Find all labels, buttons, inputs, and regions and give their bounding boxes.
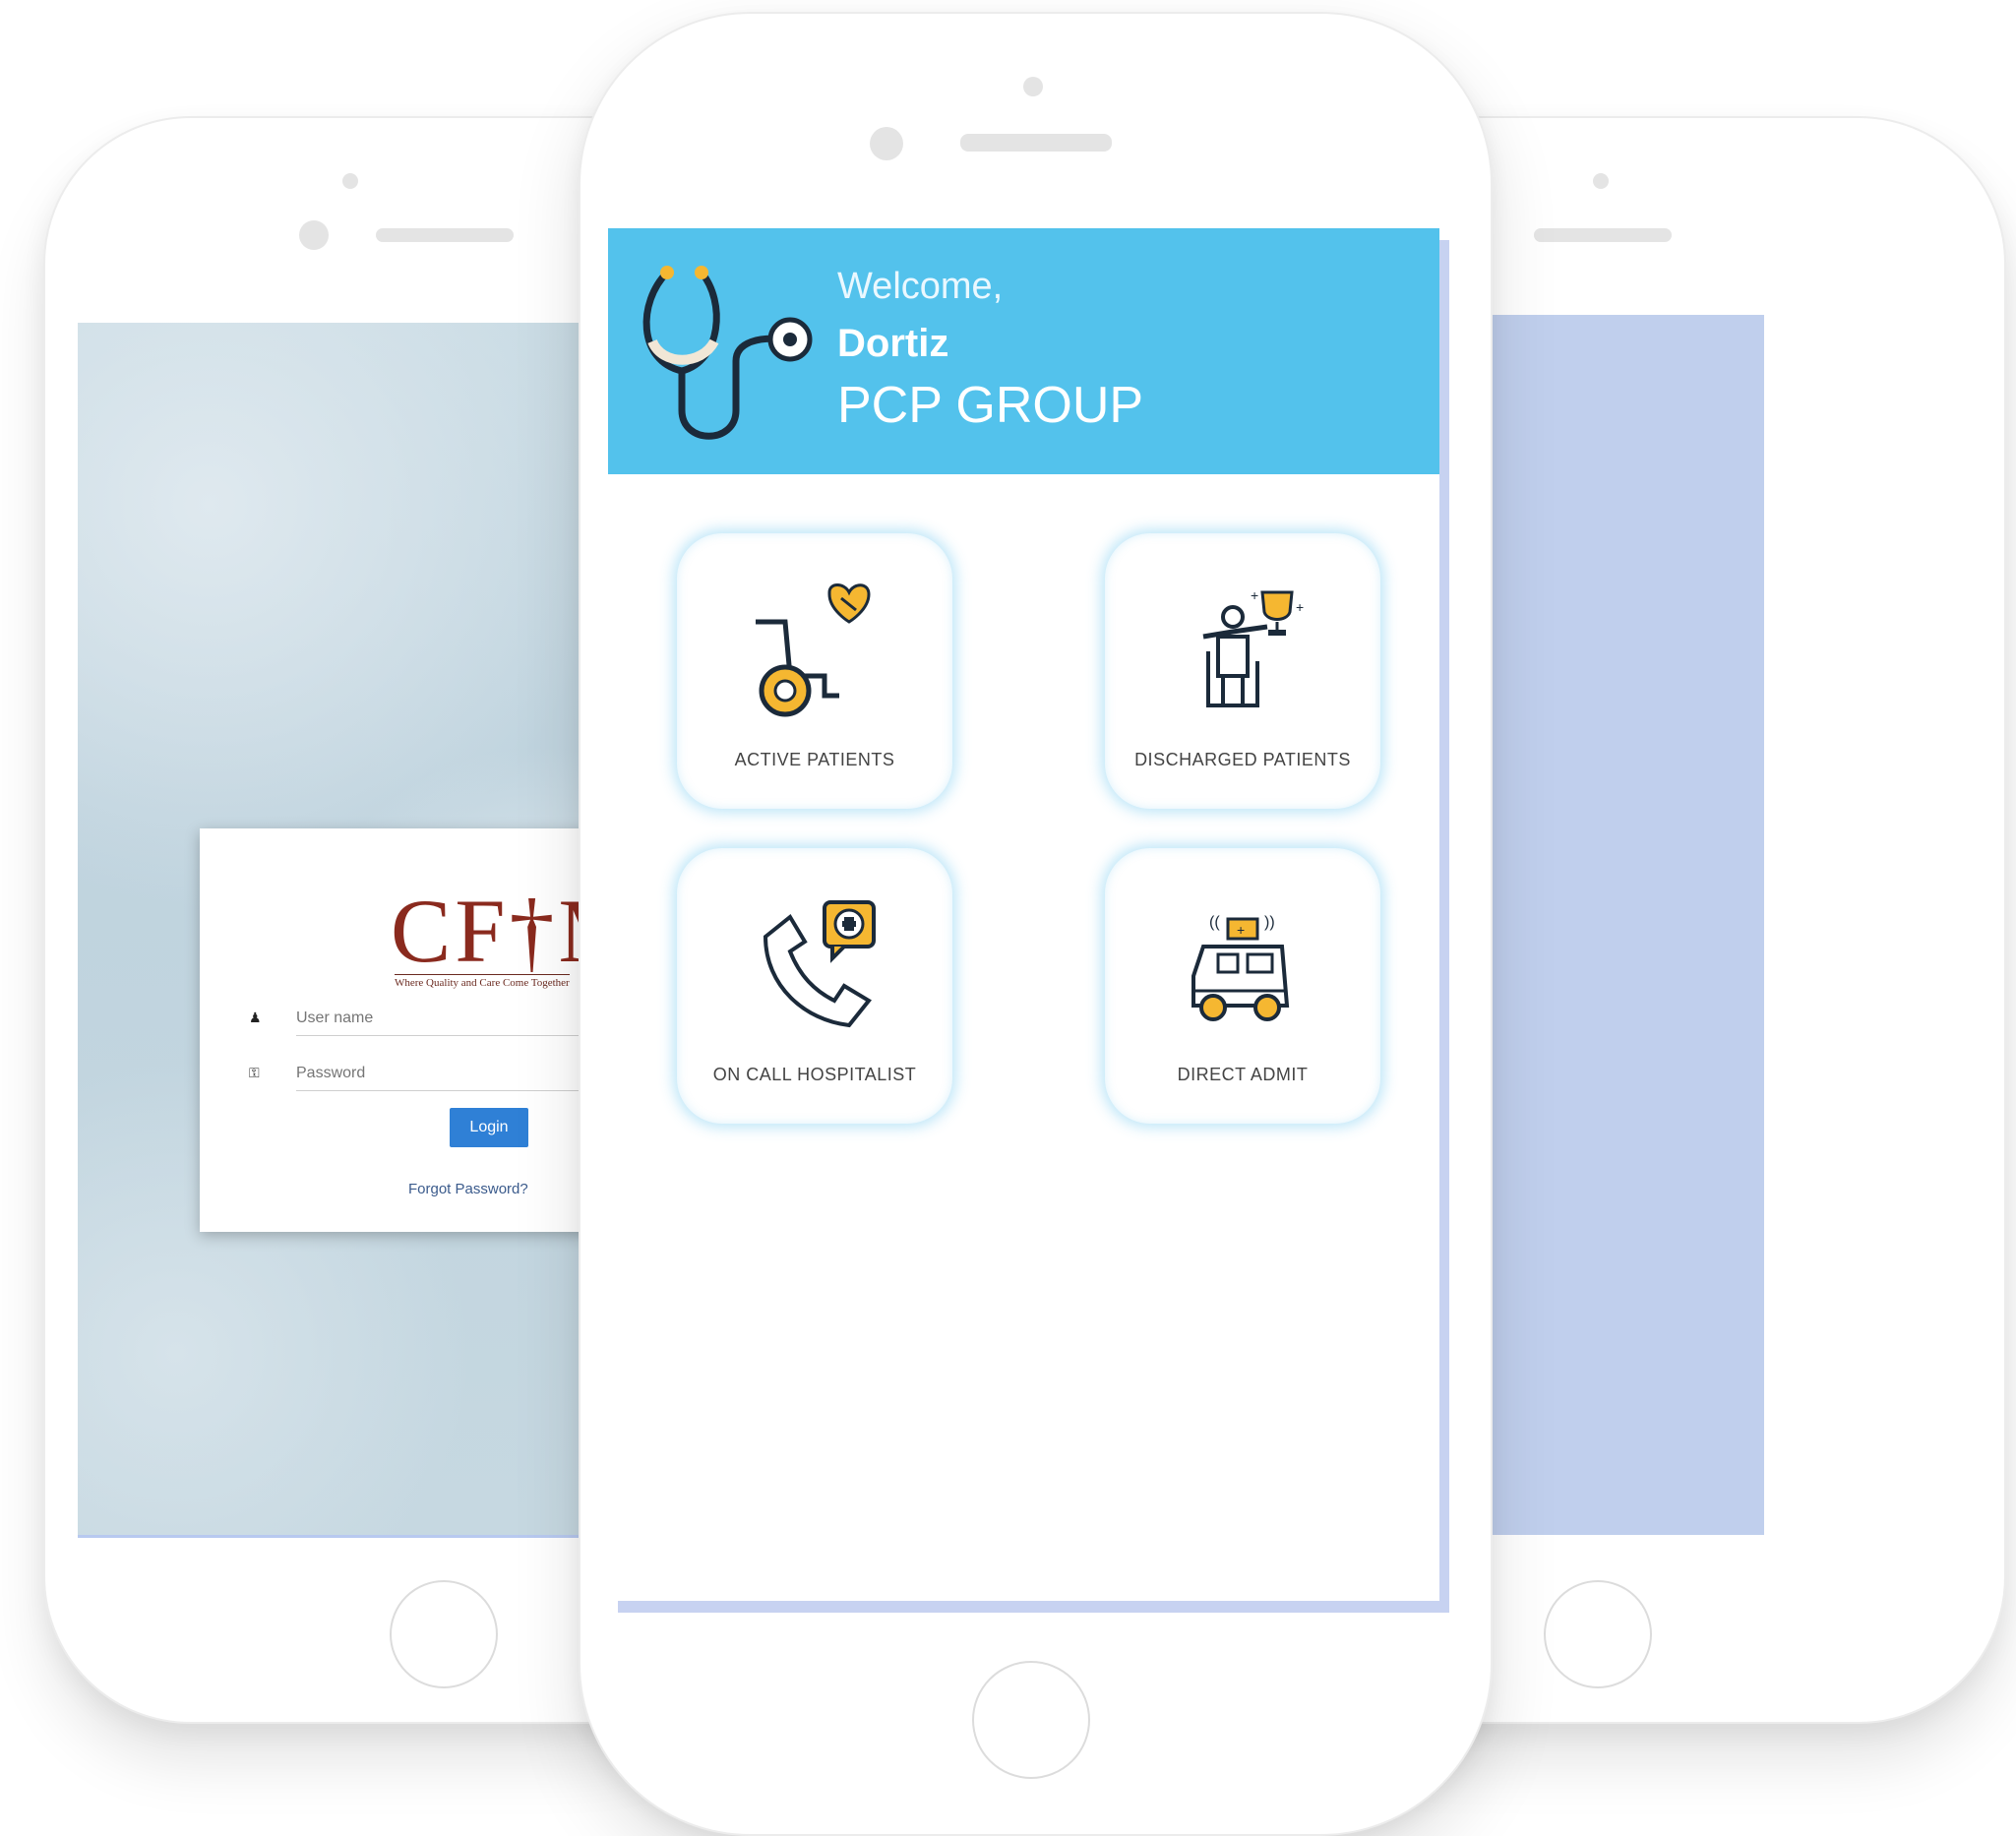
key-icon: ⚿ <box>249 1065 260 1080</box>
speaker-grille <box>376 228 514 242</box>
home-button[interactable] <box>972 1661 1090 1779</box>
phone-medical-icon <box>763 900 876 1028</box>
ambulance-icon: + (( )) <box>1191 914 1290 1021</box>
svg-text:+: + <box>1296 599 1304 615</box>
patient-trophy-icon: + + <box>1202 587 1304 707</box>
home-button[interactable] <box>390 1580 498 1688</box>
on-call-hospitalist-tile[interactable]: ON CALL HOSPITALIST <box>677 848 952 1124</box>
welcome-text: Welcome, <box>837 266 1004 307</box>
wheelchair-heart-icon <box>756 583 871 717</box>
front-camera <box>870 127 903 160</box>
tile-label: ON CALL HOSPITALIST <box>712 1065 917 1084</box>
svg-text:((: (( <box>1209 914 1220 931</box>
user-name: Dortiz <box>837 322 949 365</box>
sensor-dot <box>342 173 358 189</box>
svg-text:)): )) <box>1264 914 1275 931</box>
user-icon: ♟ <box>249 1010 262 1025</box>
sensor-dot <box>1593 173 1609 189</box>
direct-admit-tile[interactable]: + (( )) DIRECT ADMIT <box>1105 848 1380 1124</box>
front-camera <box>299 220 329 250</box>
tile-label: DIRECT ADMIT <box>1177 1065 1309 1084</box>
logo-tagline: Where Quality and Care Come Together <box>395 974 570 989</box>
home-button[interactable] <box>1544 1580 1652 1688</box>
group-name: PCP GROUP <box>837 377 1144 434</box>
discharged-patients-tile[interactable]: + + DISCHARGED PATIENTS <box>1105 533 1380 809</box>
dashboard-screen: Welcome, Dortiz PCP GROUP ACTIVE PATIENT… <box>608 228 1439 1601</box>
forgot-password-link[interactable]: Forgot Password? <box>408 1181 528 1197</box>
speaker-grille <box>1534 228 1672 242</box>
center-phone: Welcome, Dortiz PCP GROUP ACTIVE PATIENT… <box>579 12 1493 1836</box>
login-button[interactable]: Login <box>450 1108 528 1147</box>
tile-label: DISCHARGED PATIENTS <box>1134 750 1351 769</box>
speaker-grille <box>960 134 1112 152</box>
stethoscope-icon <box>642 266 813 440</box>
welcome-header: Welcome, Dortiz PCP GROUP <box>608 228 1439 474</box>
svg-text:+: + <box>1251 587 1258 603</box>
sensor-dot <box>1023 77 1043 96</box>
active-patients-tile[interactable]: ACTIVE PATIENTS <box>677 533 952 809</box>
svg-text:+: + <box>1237 922 1245 938</box>
tile-label: ACTIVE PATIENTS <box>734 750 895 769</box>
